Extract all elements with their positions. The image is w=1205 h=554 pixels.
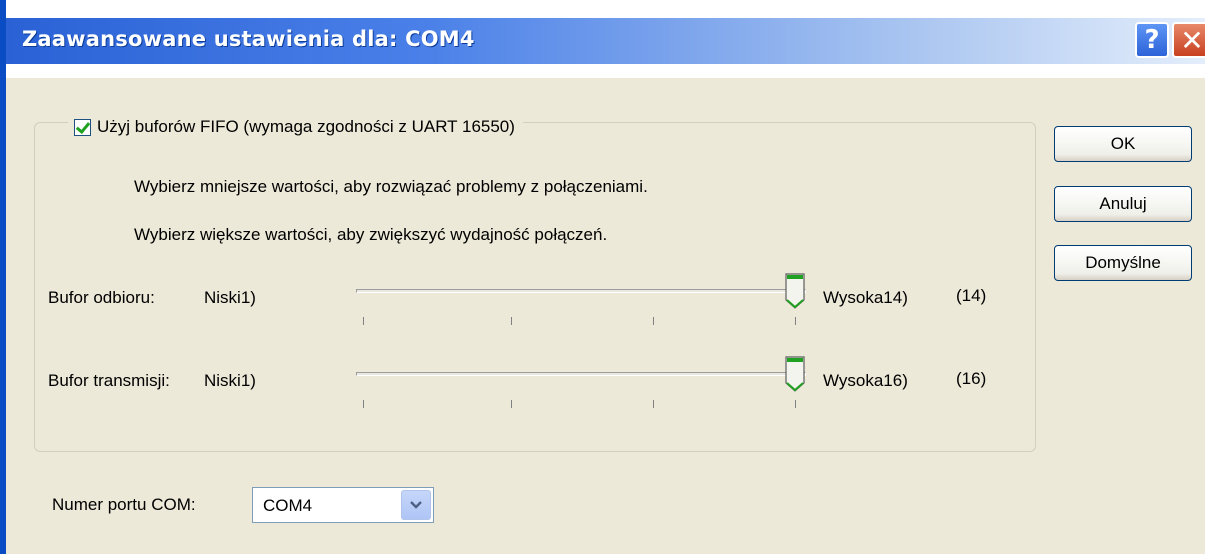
dropdown-button[interactable] <box>401 490 431 520</box>
close-button[interactable]: ✕ <box>1172 22 1205 58</box>
title-bar: Zaawansowane ustawienia dla: COM4 ? ✕ <box>6 0 1205 78</box>
help-icon: ? <box>1144 25 1160 55</box>
hint-higher-values: Wybierz większe wartości, aby zwiększyć … <box>134 225 608 244</box>
receive-buffer-slider-thumb[interactable] <box>784 272 806 310</box>
receive-max-label: Wysoka14) <box>823 288 908 307</box>
window-title: Zaawansowane ustawienia dla: COM4 <box>22 27 475 51</box>
hint-lower-values: Wybierz mniejsze wartości, aby rozwiązać… <box>134 177 648 196</box>
transmit-tick <box>653 400 654 408</box>
receive-tick <box>511 317 512 325</box>
receive-tick <box>363 317 364 325</box>
fifo-checkbox[interactable] <box>74 118 91 136</box>
receive-value: (14) <box>956 286 987 305</box>
receive-tick <box>795 317 796 325</box>
close-icon: ✕ <box>1180 23 1204 57</box>
com-port-label: Numer portu COM: <box>52 495 196 514</box>
transmit-buffer-slider-track[interactable] <box>356 372 806 376</box>
receive-buffer-label: Bufor odbioru: <box>48 288 155 307</box>
fifo-checkbox-label: Użyj buforów FIFO (wymaga zgodności z UA… <box>97 117 515 136</box>
cancel-button[interactable]: Anuluj <box>1054 186 1192 222</box>
transmit-tick <box>363 400 364 408</box>
transmit-min-label: Niski1) <box>204 371 256 390</box>
transmit-tick <box>795 400 796 408</box>
dialog-window: Zaawansowane ustawienia dla: COM4 ? ✕ Uż… <box>0 0 1205 554</box>
com-port-select[interactable]: COM4 <box>252 487 434 523</box>
ok-button[interactable]: OK <box>1054 126 1192 162</box>
transmit-max-label: Wysoka16) <box>823 371 908 390</box>
transmit-buffer-slider-thumb[interactable] <box>784 355 806 393</box>
transmit-buffer-label: Bufor transmisji: <box>48 371 170 390</box>
receive-tick <box>653 317 654 325</box>
chevron-down-icon <box>410 501 422 509</box>
transmit-tick <box>511 400 512 408</box>
defaults-button[interactable]: Domyślne <box>1054 245 1192 281</box>
fifo-checkbox-row[interactable]: Użyj buforów FIFO (wymaga zgodności z UA… <box>68 114 523 140</box>
com-port-value: COM4 <box>263 496 313 515</box>
receive-min-label: Niski1) <box>204 288 256 307</box>
fifo-group-box <box>34 122 1036 452</box>
receive-buffer-slider-track[interactable] <box>356 289 806 293</box>
help-button[interactable]: ? <box>1135 22 1169 58</box>
transmit-value: (16) <box>956 369 987 388</box>
